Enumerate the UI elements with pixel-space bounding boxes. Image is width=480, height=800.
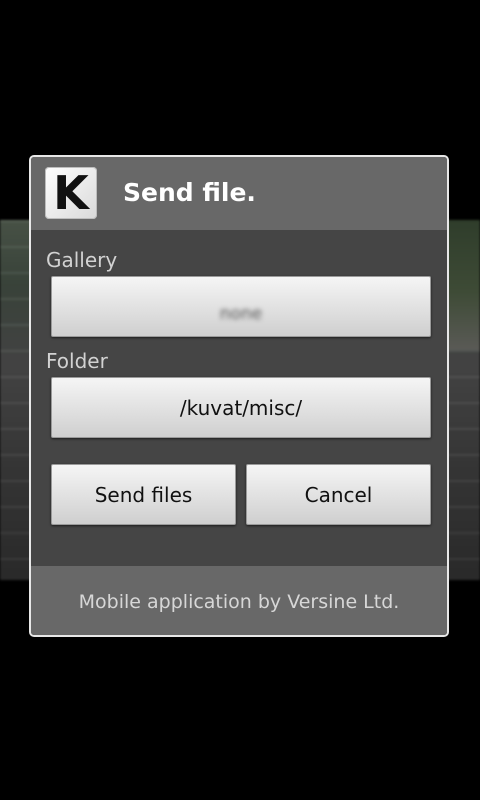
gallery-value: none (219, 303, 263, 324)
dialog-title: Send file. (123, 178, 256, 207)
app-logo-icon: K (45, 167, 97, 219)
dialog-footer: Mobile application by Versine Ltd. (31, 566, 447, 635)
send-files-label: Send files (94, 482, 193, 507)
folder-label: Folder (46, 349, 108, 373)
dialog-body: Gallery none Folder /kuvat/misc/ Send fi… (31, 230, 447, 566)
screen: K Send file. Gallery none Folder /kuvat/… (0, 0, 480, 800)
gallery-select-button[interactable]: none (51, 276, 431, 337)
dialog-header: K Send file. (31, 157, 447, 230)
send-file-dialog: K Send file. Gallery none Folder /kuvat/… (29, 155, 449, 637)
folder-value: /kuvat/misc/ (179, 395, 303, 420)
cancel-label: Cancel (304, 482, 373, 507)
cancel-button[interactable]: Cancel (246, 464, 431, 525)
folder-select-button[interactable]: /kuvat/misc/ (51, 377, 431, 438)
gallery-label: Gallery (46, 248, 118, 272)
app-logo-letter: K (53, 167, 89, 219)
send-files-button[interactable]: Send files (51, 464, 236, 525)
footer-credit-text: Mobile application by Versine Ltd. (78, 590, 400, 613)
